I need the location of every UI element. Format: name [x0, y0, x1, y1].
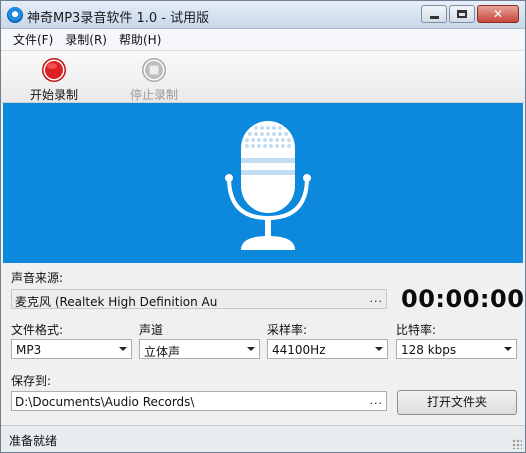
save-path-value: D:\Documents\Audio Records\ — [15, 395, 195, 409]
maximize-icon — [457, 10, 467, 18]
save-browse-button[interactable]: ... — [370, 394, 384, 407]
minimize-icon — [429, 15, 439, 19]
record-icon — [42, 58, 66, 82]
close-button[interactable]: ✕ — [477, 5, 519, 23]
toolbar: 开始录制 停止录制 — [1, 51, 525, 103]
window-controls: ✕ — [421, 5, 519, 23]
resize-grip-icon[interactable] — [512, 439, 522, 449]
start-recording-button[interactable]: 开始录制 — [19, 57, 89, 103]
start-recording-label: 开始录制 — [29, 88, 78, 102]
status-bar: 准备就绪 — [1, 425, 525, 452]
chevron-down-icon — [375, 347, 383, 351]
close-icon: ✕ — [492, 7, 504, 21]
bitrate-value: 128 kbps — [401, 343, 457, 357]
stop-recording-button[interactable]: 停止录制 — [119, 57, 189, 103]
format-value: MP3 — [16, 343, 42, 357]
maximize-button[interactable] — [449, 5, 475, 23]
stop-icon — [142, 58, 166, 82]
bitrate-select[interactable]: 128 kbps — [396, 339, 517, 359]
app-window: 神奇MP3录音软件 1.0 - 试用版 ✕ 文件(F) 录制(R) 帮助(H) … — [0, 0, 526, 453]
open-folder-button[interactable]: 打开文件夹 — [397, 390, 517, 415]
menu-bar: 文件(F) 录制(R) 帮助(H) — [1, 29, 525, 51]
source-field[interactable]: 麦克风 (Realtek High Definition Au ... — [11, 289, 387, 309]
stop-recording-label: 停止录制 — [129, 88, 178, 102]
format-select[interactable]: MP3 — [11, 339, 132, 359]
source-value: 麦克风 (Realtek High Definition Au — [15, 295, 218, 309]
channel-label: 声道 — [139, 323, 164, 337]
microphone-icon — [225, 121, 311, 250]
samplerate-select[interactable]: 44100Hz — [267, 339, 388, 359]
source-label: 声音来源: — [11, 271, 64, 285]
chevron-down-icon — [247, 347, 255, 351]
menu-help[interactable]: 帮助(H) — [113, 31, 167, 48]
channel-select[interactable]: 立体声 — [139, 339, 260, 359]
title-bar[interactable]: 神奇MP3录音软件 1.0 - 试用版 ✕ — [1, 1, 525, 29]
minimize-button[interactable] — [421, 5, 447, 23]
bitrate-label: 比特率: — [396, 323, 437, 337]
source-browse-button[interactable]: ... — [370, 292, 384, 305]
menu-file[interactable]: 文件(F) — [7, 31, 59, 48]
chevron-down-icon — [119, 347, 127, 351]
chevron-down-icon — [504, 347, 512, 351]
format-label: 文件格式: — [11, 323, 64, 337]
channel-value: 立体声 — [144, 345, 181, 359]
status-text: 准备就绪 — [9, 434, 58, 448]
save-path-field[interactable]: D:\Documents\Audio Records\ ... — [11, 391, 387, 411]
window-title: 神奇MP3录音软件 1.0 - 试用版 — [27, 11, 210, 26]
samplerate-value: 44100Hz — [272, 343, 326, 357]
menu-record[interactable]: 录制(R) — [59, 31, 113, 48]
save-label: 保存到: — [11, 374, 52, 388]
microphone-banner — [3, 103, 523, 263]
recording-timer: 00:00:00 — [401, 285, 525, 313]
app-logo-icon — [7, 7, 23, 23]
samplerate-label: 采样率: — [267, 323, 308, 337]
